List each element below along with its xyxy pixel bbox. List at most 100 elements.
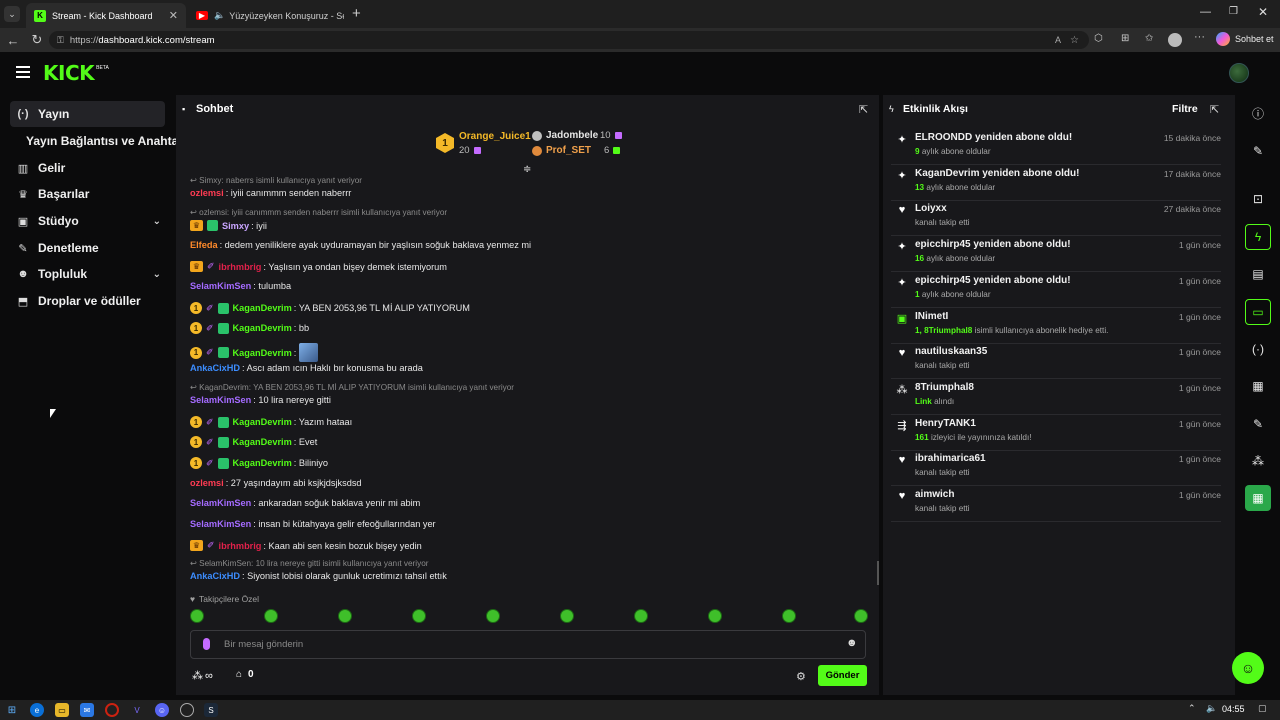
emote-icon[interactable] — [412, 609, 426, 623]
favorite-star-icon[interactable]: ☆ — [1070, 35, 1079, 46]
camera-icon[interactable]: ⊡ — [1245, 186, 1271, 212]
chat-message[interactable]: Elfeda: dedem yeniliklere ayak uyduramay… — [190, 240, 531, 250]
chat-message[interactable]: 1 ✐ KaganDevrim: Biliniyo — [190, 457, 328, 469]
chat-message[interactable]: 1 ✐ KaganDevrim: bb — [190, 322, 309, 334]
emote-icon[interactable] — [264, 609, 278, 623]
minimize-button[interactable]: — — [1200, 6, 1211, 18]
close-tab-icon[interactable]: ✕ — [169, 9, 178, 22]
emote-icon[interactable] — [782, 609, 796, 623]
sidebar-item-denetleme[interactable]: ✎ Denetleme — [10, 235, 165, 261]
chat-message[interactable]: AnkaCixHD: Siyonist lobisi olarak gunluk… — [190, 571, 447, 581]
tab-kick-dashboard[interactable]: K Stream - Kick Dashboard ✕ — [26, 3, 186, 28]
chat-username[interactable]: KaganDevrim — [233, 323, 292, 333]
user-avatar[interactable] — [1229, 63, 1249, 83]
chat-message[interactable]: ♛ Simxy: iyii — [190, 220, 267, 231]
chat-username[interactable]: SelamKimSen — [190, 519, 251, 529]
chat-username[interactable]: KaganDevrim — [233, 303, 292, 313]
sidebar-item-yayin[interactable]: (·) Yayın — [10, 101, 165, 127]
emote-icon[interactable] — [560, 609, 574, 623]
chat-username[interactable]: KaganDevrim — [233, 458, 292, 468]
activity-item[interactable]: ▣ INimetI 1, 8Triumphal8 isimli kullanıcıy… — [891, 308, 1221, 344]
info-icon[interactable]: ⓘ — [1245, 100, 1271, 126]
url-field[interactable]: ⚿ https://dashboard.kick.com/stream A ☆ — [49, 31, 1089, 49]
chat-message[interactable]: 1 ✐ KaganDevrim: — [190, 343, 319, 362]
chat-scrollbar[interactable] — [877, 561, 879, 585]
activity-item[interactable]: ♥ aimwich kanalı takip etti 1 gün önce — [891, 486, 1221, 522]
chat-toggle-icon[interactable]: ▭ — [1245, 299, 1271, 325]
tray-arrow-icon[interactable]: ⌃ — [1188, 703, 1196, 714]
vpn-icon[interactable]: V — [130, 703, 144, 717]
split-screen-icon[interactable]: ⊞ — [1121, 33, 1129, 44]
chat-username[interactable]: AnkaCixHD — [190, 571, 240, 581]
emoji-icon[interactable]: ☻ — [846, 637, 858, 649]
leader-third-name[interactable]: Prof_SET — [546, 145, 591, 156]
clock-time[interactable]: 04:55 — [1222, 704, 1245, 714]
chat-username[interactable]: AnkaCixHD — [190, 363, 240, 373]
chat-message[interactable]: SelamKimSen: insan bi kütahyaya gelir ef… — [190, 519, 436, 529]
activity-item[interactable]: ✦ ELROONDD yeniden abone oldu! 9 aylık abo… — [891, 129, 1221, 165]
tab-youtube[interactable]: ▶ 🔈 Yüzyüzeyken Konuşuruz - Ser ✕ — [188, 3, 344, 28]
chat-message[interactable]: 1 ✐ KaganDevrim: Yazım hataaı — [190, 416, 352, 428]
layout-icon[interactable]: ▦ — [1245, 373, 1271, 399]
viewer-counter[interactable]: ⌂ 0 — [236, 669, 254, 680]
emote-icon[interactable] — [338, 609, 352, 623]
chat-username[interactable]: SelamKimSen — [190, 395, 251, 405]
windows-start-icon[interactable]: ⊞ — [5, 703, 19, 717]
activity-item[interactable]: ✦ KaganDevrim yeniden abone oldu! 13 aylık… — [891, 165, 1221, 201]
edge-icon[interactable]: e — [30, 703, 44, 717]
chat-message[interactable]: SelamKimSen: ankaradan soğuk baklava yen… — [190, 498, 420, 508]
chat-message[interactable]: ozlemsi: 27 yaşındayım abi ksjkjdsjksdsd — [190, 478, 362, 488]
send-button[interactable]: Gönder — [818, 665, 867, 686]
sidebar-item-basarilar[interactable]: ♛ Başarılar — [10, 181, 165, 207]
notes-icon[interactable]: ▤ — [1245, 261, 1271, 287]
favorites-icon[interactable]: ✩ — [1145, 33, 1153, 44]
edit-icon[interactable]: ✎ — [1245, 138, 1271, 164]
activity-item[interactable]: ⇶ HenryTANK1 161 izleyici ile yayınınıza k… — [891, 415, 1221, 451]
chat-settings-icon[interactable]: ⚙ — [796, 670, 806, 683]
clapper-icon[interactable]: ▦ — [1245, 485, 1271, 511]
chat-username[interactable]: KaganDevrim — [233, 417, 292, 427]
microphone-icon[interactable] — [203, 638, 210, 650]
activity-item[interactable]: ♥ ibrahimarica61 kanalı takip etti 1 gün ön… — [891, 450, 1221, 487]
popout-icon[interactable]: ⇱ — [859, 103, 868, 116]
discord-icon[interactable]: ☺ — [155, 703, 169, 717]
sidebar-item-gelir[interactable]: ▥ Gelir — [10, 155, 165, 181]
chat-message[interactable]: SelamKimSen: tulumba — [190, 281, 291, 291]
filter-button[interactable]: Filtre — [1172, 103, 1198, 115]
chat-message[interactable]: SelamKimSen: 10 lira nereye gitti — [190, 395, 331, 405]
copilot-button[interactable]: Sohbet et — [1216, 32, 1274, 46]
chat-message[interactable]: ♛ ✐ ibrhmbrig: Kaan abi sen kesin bozuk bi… — [190, 540, 422, 551]
mail-icon[interactable]: ✉ — [80, 703, 94, 717]
activity-item[interactable]: ♥ Loiyxx kanalı takip etti 27 dakika önce — [891, 200, 1221, 237]
tab-list-button[interactable]: ⌄ — [4, 6, 20, 22]
broadcast-icon[interactable]: (·) — [1245, 336, 1271, 362]
close-window-button[interactable]: ✕ — [1258, 5, 1268, 19]
file-explorer-icon[interactable]: ▭ — [55, 703, 69, 717]
hamburger-menu-icon[interactable] — [16, 66, 30, 78]
chat-username[interactable]: Elfeda — [190, 240, 218, 250]
sidebar-item-stream-key[interactable]: Yayın Bağlantısı ve Anahtarı — [10, 128, 186, 154]
emote-icon[interactable] — [708, 609, 722, 623]
activity-item[interactable]: ⁂ 8Triumphal8 Link alındı 1 gün önce — [891, 379, 1221, 415]
steam-icon[interactable]: S — [204, 703, 218, 717]
back-icon[interactable]: ← — [3, 30, 23, 50]
sidebar-item-studyo[interactable]: ▣ Stüdyo ⌄ — [10, 208, 165, 234]
clock-icon[interactable] — [180, 703, 194, 717]
emote-icon[interactable] — [854, 609, 868, 623]
extensions-icon[interactable]: ⬡ — [1094, 33, 1103, 44]
new-tab-button[interactable]: + — [352, 5, 361, 22]
drops-infinite[interactable]: ⁂ ∞ — [192, 669, 213, 683]
profile-avatar[interactable] — [1168, 33, 1182, 47]
activity-item[interactable]: ♥ nautiluskaan35 kanalı takip etti 1 gün ön… — [891, 343, 1221, 380]
kick-logo[interactable]: KICK BETA — [43, 62, 109, 84]
emote-icon[interactable] — [634, 609, 648, 623]
sidebar-item-droplar[interactable]: ⬒ Droplar ve ödüller — [10, 288, 165, 314]
emote-icon[interactable] — [486, 609, 500, 623]
message-input[interactable]: Bir mesaj gönderin ☻ — [190, 630, 866, 659]
chat-username[interactable]: SelamKimSen — [190, 281, 251, 291]
chat-message[interactable]: AnkaCixHD: Ascı adam ıcın Haklı bır konu… — [190, 363, 423, 373]
more-menu-icon[interactable]: ··· — [1194, 31, 1205, 43]
chat-username[interactable]: ibrhmbrig — [219, 541, 262, 551]
lightning-toggle-icon[interactable]: ϟ — [1245, 224, 1271, 250]
chat-username[interactable]: KaganDevrim — [233, 348, 292, 358]
